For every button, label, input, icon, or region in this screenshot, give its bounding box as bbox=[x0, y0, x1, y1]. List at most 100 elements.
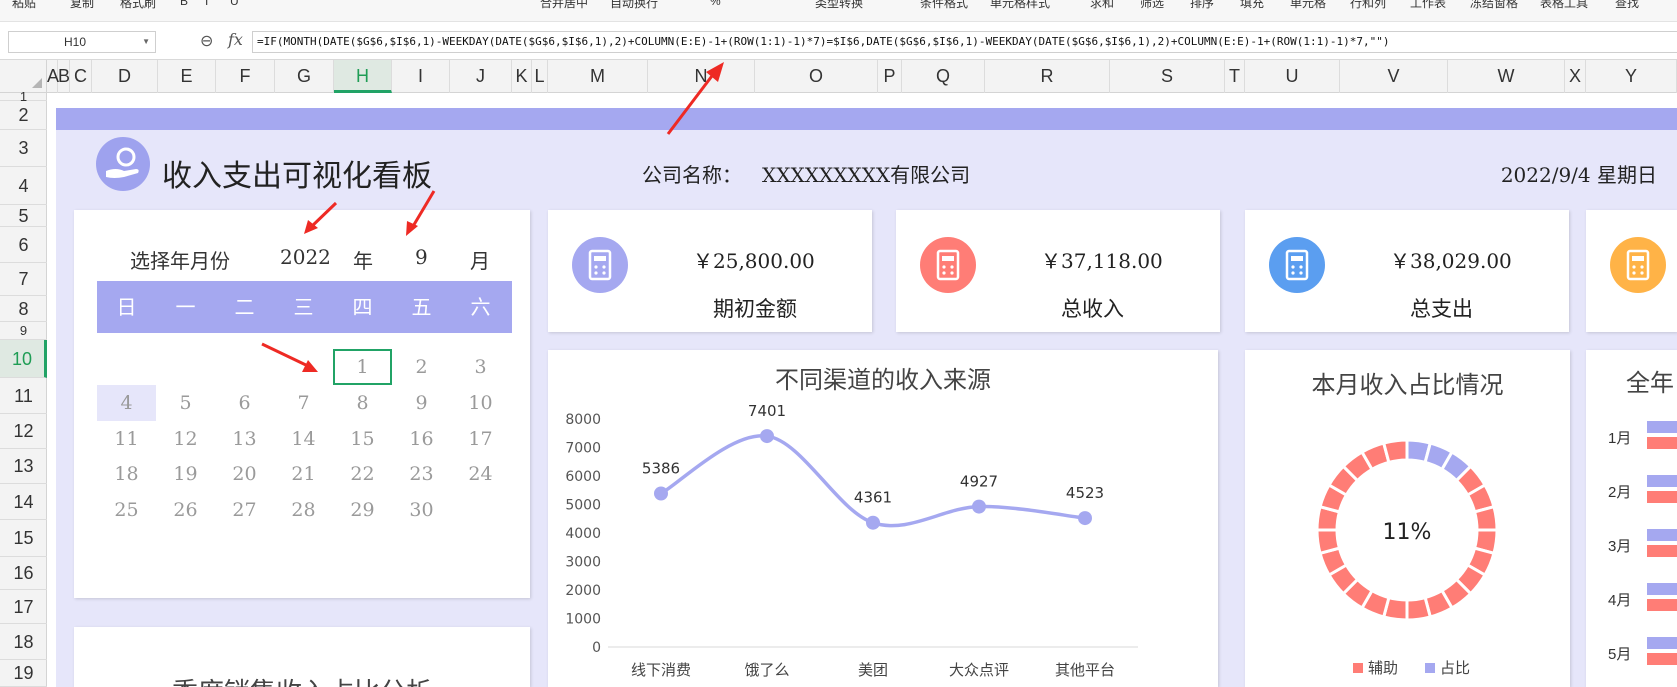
data-point[interactable] bbox=[866, 515, 880, 530]
row-header-3[interactable]: 3 bbox=[0, 130, 47, 167]
formula-input[interactable]: =IF(MONTH(DATE($G$6,$I$6,1)-WEEKDAY(DATE… bbox=[252, 31, 1677, 53]
ribbon-item[interactable]: 格式刷 bbox=[120, 0, 156, 11]
calendar-day[interactable]: 15 bbox=[333, 421, 392, 457]
chevron-down-icon[interactable]: ▼ bbox=[142, 32, 150, 52]
column-header-e[interactable]: E bbox=[158, 60, 216, 93]
column-header-d[interactable]: D bbox=[92, 60, 158, 93]
ribbon-item[interactable]: 排序 bbox=[1190, 0, 1214, 11]
calendar-day[interactable]: 18 bbox=[97, 456, 156, 492]
column-header-q[interactable]: Q bbox=[902, 60, 985, 93]
column-header-p[interactable]: P bbox=[878, 60, 902, 93]
row-header-16[interactable]: 16 bbox=[0, 557, 47, 590]
calendar-day[interactable]: 30 bbox=[392, 492, 451, 528]
calendar-day[interactable]: 2 bbox=[392, 349, 451, 385]
column-header-f[interactable]: F bbox=[216, 60, 275, 93]
calendar-day[interactable]: 7 bbox=[274, 385, 333, 421]
row-header-7[interactable]: 7 bbox=[0, 263, 47, 296]
calendar-year[interactable]: 2022 bbox=[280, 245, 331, 269]
ribbon-item[interactable]: 筛选 bbox=[1140, 0, 1164, 11]
calendar-day[interactable]: 5 bbox=[156, 385, 215, 421]
ribbon-item[interactable]: 表格工具 bbox=[1540, 0, 1588, 11]
ribbon-item[interactable]: 类型转换 bbox=[815, 0, 863, 11]
column-header-o[interactable]: O bbox=[755, 60, 878, 93]
row-header-13[interactable]: 13 bbox=[0, 449, 47, 484]
ribbon-item[interactable]: 单元格 bbox=[1290, 0, 1326, 11]
column-header-h[interactable]: H bbox=[334, 60, 392, 93]
row-header-19[interactable]: 19 bbox=[0, 660, 47, 687]
data-point[interactable] bbox=[1078, 511, 1092, 526]
calendar-day[interactable]: 29 bbox=[333, 492, 392, 528]
column-header-v[interactable]: V bbox=[1340, 60, 1448, 93]
row-header-11[interactable]: 11 bbox=[0, 378, 47, 414]
column-header-x[interactable]: X bbox=[1565, 60, 1586, 93]
ribbon-item[interactable]: 求和 bbox=[1090, 0, 1114, 11]
calendar-month[interactable]: 9 bbox=[415, 245, 428, 269]
calendar-day[interactable]: 26 bbox=[156, 492, 215, 528]
calendar-day[interactable]: 4 bbox=[97, 385, 156, 421]
slice-auxiliary[interactable] bbox=[1381, 438, 1409, 465]
ribbon-item[interactable]: 自动换行 bbox=[610, 0, 658, 11]
ribbon-item[interactable]: 查找 bbox=[1615, 0, 1639, 11]
calendar-day[interactable]: 20 bbox=[215, 456, 274, 492]
column-header-c[interactable]: C bbox=[70, 60, 92, 93]
slice-auxiliary[interactable] bbox=[1472, 504, 1499, 532]
column-header-l[interactable]: L bbox=[532, 60, 548, 93]
ribbon-item[interactable]: 冻结窗格 bbox=[1470, 0, 1518, 11]
ribbon-item[interactable]: 工作表 bbox=[1410, 0, 1446, 11]
zoom-search-icon[interactable]: ⊖ bbox=[200, 31, 213, 51]
calendar-day[interactable]: 8 bbox=[333, 385, 392, 421]
row-header-17[interactable]: 17 bbox=[0, 590, 47, 624]
column-header-b[interactable]: B bbox=[58, 60, 70, 93]
row-header-1[interactable]: 1 bbox=[0, 90, 47, 103]
column-header-a[interactable]: A bbox=[47, 60, 59, 93]
calendar-day[interactable]: 17 bbox=[451, 421, 510, 457]
data-point[interactable] bbox=[760, 429, 774, 444]
calendar-day[interactable]: 9 bbox=[392, 385, 451, 421]
ribbon-item[interactable]: 粘贴 bbox=[12, 0, 36, 11]
column-header-j[interactable]: J bbox=[450, 60, 512, 93]
calendar-day[interactable]: 10 bbox=[451, 385, 510, 421]
ribbon-item[interactable]: I bbox=[205, 0, 208, 8]
column-header-m[interactable]: M bbox=[548, 60, 648, 93]
calendar-day[interactable]: 24 bbox=[451, 456, 510, 492]
calendar-day[interactable]: 23 bbox=[392, 456, 451, 492]
row-header-12[interactable]: 12 bbox=[0, 414, 47, 449]
column-header-r[interactable]: R bbox=[985, 60, 1110, 93]
row-header-10[interactable]: 10 bbox=[0, 340, 47, 378]
column-header-u[interactable]: U bbox=[1245, 60, 1340, 93]
row-header-18[interactable]: 18 bbox=[0, 624, 47, 660]
data-point[interactable] bbox=[654, 486, 668, 501]
column-header-g[interactable]: G bbox=[275, 60, 334, 93]
row-header-9[interactable]: 9 bbox=[0, 322, 47, 340]
ribbon-item[interactable]: 行和列 bbox=[1350, 0, 1386, 11]
row-header-8[interactable]: 8 bbox=[0, 296, 47, 322]
row-header-6[interactable]: 6 bbox=[0, 227, 47, 263]
column-header-s[interactable]: S bbox=[1110, 60, 1225, 93]
ribbon-item[interactable]: 合并居中 bbox=[540, 0, 588, 11]
calendar-day[interactable]: 14 bbox=[274, 421, 333, 457]
ribbon-item[interactable]: 条件格式 bbox=[920, 0, 968, 11]
calendar-day[interactable]: 13 bbox=[215, 421, 274, 457]
row-header-14[interactable]: 14 bbox=[0, 484, 47, 520]
column-header-w[interactable]: W bbox=[1448, 60, 1565, 93]
ribbon-item[interactable]: U bbox=[230, 0, 239, 8]
calendar-day[interactable]: 28 bbox=[274, 492, 333, 528]
calendar-day[interactable]: 16 bbox=[392, 421, 451, 457]
ribbon-item[interactable]: B bbox=[180, 0, 188, 8]
calendar-day[interactable]: 25 bbox=[97, 492, 156, 528]
slice-auxiliary[interactable] bbox=[1315, 528, 1342, 556]
calendar-day[interactable]: 22 bbox=[333, 456, 392, 492]
column-header-k[interactable]: K bbox=[512, 60, 532, 93]
ribbon-item[interactable]: 复制 bbox=[70, 0, 94, 11]
calendar-day[interactable]: 21 bbox=[274, 456, 333, 492]
column-header-t[interactable]: T bbox=[1225, 60, 1245, 93]
calendar-day[interactable]: 11 bbox=[97, 421, 156, 457]
calendar-day[interactable]: 3 bbox=[451, 349, 510, 385]
function-icon[interactable]: fx bbox=[228, 30, 243, 49]
ribbon-item[interactable]: 单元格样式 bbox=[990, 0, 1050, 11]
row-header-5[interactable]: 5 bbox=[0, 205, 47, 227]
column-header-y[interactable]: Y bbox=[1586, 60, 1677, 93]
calendar-day[interactable]: 27 bbox=[215, 492, 274, 528]
slice-auxiliary[interactable] bbox=[1405, 595, 1433, 622]
row-header-15[interactable]: 15 bbox=[0, 520, 47, 557]
